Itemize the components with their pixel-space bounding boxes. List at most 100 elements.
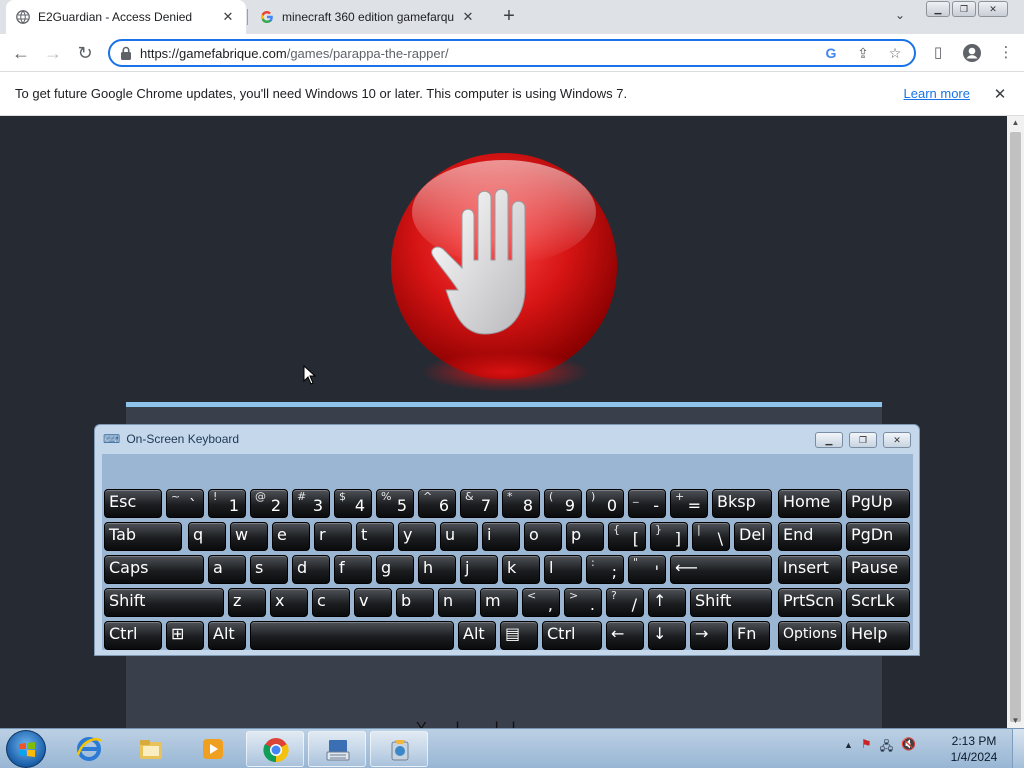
scrollbar-thumb[interactable] — [1010, 132, 1021, 722]
osk-key[interactable]: e — [272, 522, 310, 551]
osk-key[interactable]: PgDn — [846, 522, 910, 551]
osk-key[interactable]: | \ — [692, 522, 730, 551]
menu-kebab-icon[interactable]: ⋮ — [996, 43, 1016, 63]
osk-key[interactable]: z — [228, 588, 266, 617]
tray-expand-icon[interactable]: ▲ — [844, 737, 853, 758]
osk-key[interactable]: o — [524, 522, 562, 551]
bookmark-star-icon[interactable]: ☆ — [886, 45, 904, 62]
osk-key[interactable]: #3 — [292, 489, 330, 518]
osk-key[interactable]: (9 — [544, 489, 582, 518]
osk-key[interactable]: ⊞ — [166, 621, 204, 650]
google-lens-icon[interactable]: G — [822, 45, 840, 61]
action-center-flag-icon[interactable]: ⚑ — [861, 737, 872, 758]
start-button[interactable] — [6, 730, 46, 768]
osk-key[interactable]: Alt — [208, 621, 246, 650]
osk-key[interactable]: ~ ` — [166, 489, 204, 518]
osk-key[interactable]: f — [334, 555, 372, 584]
osk-key[interactable]: {[ — [608, 522, 646, 551]
osk-key[interactable]: g — [376, 555, 414, 584]
profile-avatar-icon[interactable] — [962, 43, 982, 63]
osk-key[interactable]: w — [230, 522, 268, 551]
osk-key[interactable]: → — [690, 621, 728, 650]
osk-key[interactable]: c — [312, 588, 350, 617]
infobar-close-icon[interactable]: ✕ — [988, 85, 1012, 103]
osk-key[interactable]: Fn — [732, 621, 770, 650]
osk-key[interactable]: i — [482, 522, 520, 551]
tab-active[interactable]: E2Guardian - Access Denied ✕ — [6, 0, 246, 34]
osk-key[interactable]: + = — [670, 489, 708, 518]
tab-close-icon[interactable]: ✕ — [220, 9, 236, 25]
taskbar-osk[interactable] — [308, 731, 366, 767]
vertical-scrollbar[interactable]: ▲ ▼ — [1007, 116, 1024, 728]
forward-arrow-icon[interactable]: → — [42, 42, 64, 64]
osk-key[interactable]: x — [270, 588, 308, 617]
network-icon[interactable]: 🖧 — [880, 737, 893, 758]
osk-key[interactable]: }] — [650, 522, 688, 551]
taskbar-app[interactable] — [370, 731, 428, 767]
osk-key[interactable]: ) 0 — [586, 489, 624, 518]
osk-key[interactable]: Home — [778, 489, 842, 518]
close-window-button[interactable]: ✕ — [978, 1, 1008, 17]
osk-key[interactable]: PrtScn — [778, 588, 842, 617]
taskbar-ie[interactable] — [60, 731, 118, 767]
osk-key[interactable]: Help — [846, 621, 910, 650]
osk-key[interactable]: % 5 — [376, 489, 414, 518]
osk-key[interactable]: $4 — [334, 489, 372, 518]
osk-close-button[interactable]: ✕ — [883, 432, 911, 448]
new-tab-button[interactable]: + — [498, 6, 520, 28]
osk-key[interactable]: u — [440, 522, 478, 551]
osk-key[interactable]: >. — [564, 588, 602, 617]
tab-search-chevron-icon[interactable]: ⌄ — [895, 8, 905, 22]
osk-key[interactable]: v — [354, 588, 392, 617]
osk-key[interactable]: ↓ — [648, 621, 686, 650]
taskbar-clock[interactable]: 2:13 PM 1/4/2024 — [948, 733, 1000, 765]
back-arrow-icon[interactable]: ← — [10, 42, 32, 64]
osk-key[interactable]: d — [292, 555, 330, 584]
osk-key[interactable] — [250, 621, 454, 650]
osk-key[interactable]: " ' — [628, 555, 666, 584]
osk-titlebar[interactable]: ⌨ On-Screen Keyboard — [95, 425, 919, 453]
osk-key[interactable]: Esc — [104, 489, 162, 518]
osk-key[interactable]: ▤ — [500, 621, 538, 650]
osk-key[interactable]: ! 1 — [208, 489, 246, 518]
osk-key[interactable]: @2 — [250, 489, 288, 518]
osk-key[interactable]: r — [314, 522, 352, 551]
osk-key[interactable]: a — [208, 555, 246, 584]
osk-key[interactable]: h — [418, 555, 456, 584]
osk-key[interactable]: End — [778, 522, 842, 551]
volume-muted-icon[interactable]: 🔇 — [901, 737, 916, 758]
osk-key[interactable]: PgUp — [846, 489, 910, 518]
osk-key[interactable]: ^ 6 — [418, 489, 456, 518]
url-text[interactable]: https://gamefabrique.com/games/parappa-t… — [140, 46, 822, 61]
osk-minimize-button[interactable]: ▁ — [815, 432, 843, 448]
osk-key[interactable]: Tab — [104, 522, 182, 551]
osk-key[interactable]: Caps — [104, 555, 204, 584]
taskbar-media-player[interactable] — [184, 731, 242, 767]
osk-key[interactable]: Alt — [458, 621, 496, 650]
osk-key[interactable]: n — [438, 588, 476, 617]
osk-key[interactable]: ? / — [606, 588, 644, 617]
osk-key[interactable]: Shift — [104, 588, 224, 617]
osk-key[interactable]: Bksp — [712, 489, 772, 518]
tab-close-icon[interactable]: ✕ — [460, 9, 476, 25]
osk-key[interactable]: Ctrl — [542, 621, 602, 650]
osk-key[interactable]: ← — [606, 621, 644, 650]
scroll-down-icon[interactable]: ▼ — [1007, 714, 1024, 728]
osk-key[interactable]: y — [398, 522, 436, 551]
osk-key[interactable]: _ - — [628, 489, 666, 518]
osk-key[interactable]: <, — [522, 588, 560, 617]
osk-key[interactable]: Del — [734, 522, 772, 551]
minimize-button[interactable]: ▁ — [926, 1, 950, 17]
osk-key[interactable]: Insert — [778, 555, 842, 584]
reload-icon[interactable]: ↻ — [74, 42, 96, 64]
tab-inactive[interactable]: minecraft 360 edition gamefarqu ✕ — [250, 0, 486, 34]
osk-key[interactable]: p — [566, 522, 604, 551]
osk-key[interactable]: & 7 — [460, 489, 498, 518]
taskbar-chrome[interactable] — [246, 731, 304, 767]
taskbar-explorer[interactable] — [122, 731, 180, 767]
osk-restore-button[interactable]: ❐ — [849, 432, 877, 448]
share-icon[interactable]: ⇪ — [854, 45, 872, 62]
show-desktop-button[interactable] — [1012, 729, 1024, 768]
scroll-up-icon[interactable]: ▲ — [1007, 116, 1024, 130]
restore-button[interactable]: ❐ — [952, 1, 976, 17]
